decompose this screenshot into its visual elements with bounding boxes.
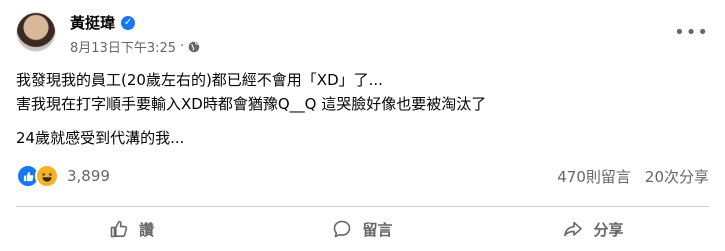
like-label: 讚: [138, 220, 154, 239]
facebook-post: 黃挺瑋 ✓ 8月13日下午3:25 · ••• 我發現我的員工(20歲左右的)都…: [0, 0, 725, 251]
action-bar: 讚 留言 分享: [16, 210, 709, 248]
share-label: 分享: [593, 220, 624, 239]
comment-bubble-icon: [332, 219, 352, 239]
reaction-count: 3,899: [67, 167, 110, 185]
more-options-icon[interactable]: •••: [674, 22, 709, 43]
post-text-line: 24歲就感受到代溝的我...: [16, 129, 185, 147]
meta-separator: ·: [180, 39, 185, 54]
comment-button[interactable]: 留言: [247, 210, 478, 248]
engagement-stats: 3,899 470則留言 20次分享: [16, 160, 709, 192]
globe-icon[interactable]: [188, 41, 200, 53]
post-timestamp[interactable]: 8月13日下午3:25: [70, 37, 176, 56]
comment-count[interactable]: 470則留言: [557, 166, 631, 187]
author-row: 黃挺瑋 ✓: [70, 12, 136, 33]
avatar[interactable]: [16, 12, 56, 52]
share-button[interactable]: 分享: [478, 210, 709, 248]
comment-label: 留言: [362, 220, 393, 239]
verified-badge-icon: ✓: [121, 15, 136, 30]
reactions-summary[interactable]: 3,899: [16, 164, 110, 188]
like-button[interactable]: 讚: [16, 210, 247, 248]
share-count[interactable]: 20次分享: [645, 166, 709, 187]
post-meta: 8月13日下午3:25 ·: [70, 37, 200, 56]
post-text-line: 我發現我的員工(20歲左右的)都已經不會用「XD」了...: [16, 71, 383, 89]
thumbs-up-icon: [109, 219, 129, 239]
post-body: 我發現我的員工(20歲左右的)都已經不會用「XD」了... 害我現在打字順手要輸…: [16, 68, 486, 150]
haha-reaction-icon: [35, 164, 59, 188]
post-text-line: 害我現在打字順手要輸入XD時都會猶豫Q__Q 這哭臉好像也要被淘汰了: [16, 95, 487, 113]
share-arrow-icon: [563, 219, 583, 239]
author-name[interactable]: 黃挺瑋: [70, 12, 115, 33]
stats-right: 470則留言 20次分享: [557, 166, 709, 187]
divider: [16, 206, 709, 207]
